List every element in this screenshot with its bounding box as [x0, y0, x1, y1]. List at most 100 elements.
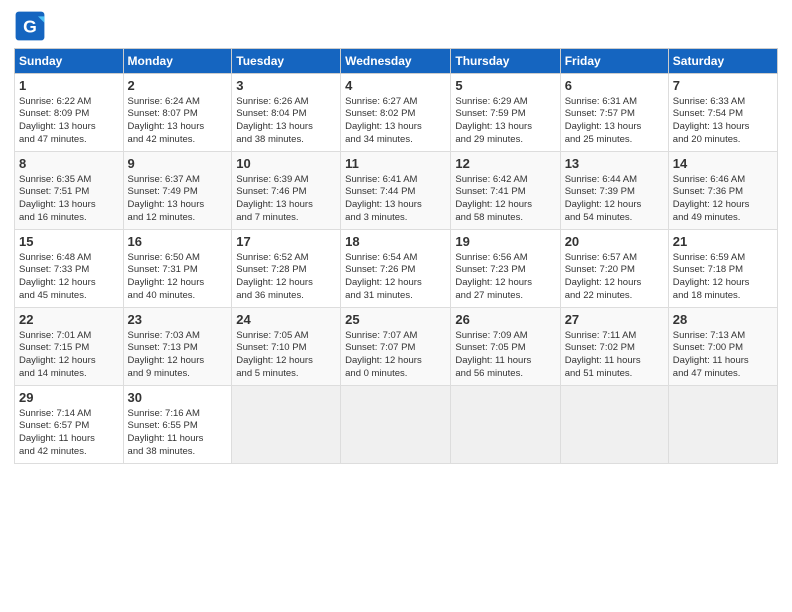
day-info: Sunrise: 6:57 AM Sunset: 7:20 PM Dayligh…: [565, 252, 642, 301]
day-info: Sunrise: 6:48 AM Sunset: 7:33 PM Dayligh…: [19, 252, 96, 301]
calendar-week-3: 15Sunrise: 6:48 AM Sunset: 7:33 PM Dayli…: [15, 230, 778, 308]
col-header-wednesday: Wednesday: [341, 49, 451, 74]
day-number: 11: [345, 155, 446, 173]
calendar-cell: 18Sunrise: 6:54 AM Sunset: 7:26 PM Dayli…: [341, 230, 451, 308]
day-number: 22: [19, 311, 119, 329]
calendar-cell: 14Sunrise: 6:46 AM Sunset: 7:36 PM Dayli…: [668, 152, 777, 230]
logo-icon: G: [14, 10, 46, 42]
day-number: 8: [19, 155, 119, 173]
calendar-header-row: SundayMondayTuesdayWednesdayThursdayFrid…: [15, 49, 778, 74]
day-info: Sunrise: 7:09 AM Sunset: 7:05 PM Dayligh…: [455, 330, 531, 379]
day-number: 24: [236, 311, 336, 329]
day-info: Sunrise: 6:50 AM Sunset: 7:31 PM Dayligh…: [128, 252, 205, 301]
calendar-cell: 28Sunrise: 7:13 AM Sunset: 7:00 PM Dayli…: [668, 308, 777, 386]
day-info: Sunrise: 6:29 AM Sunset: 7:59 PM Dayligh…: [455, 96, 532, 145]
calendar-cell: [232, 386, 341, 464]
calendar-cell: 10Sunrise: 6:39 AM Sunset: 7:46 PM Dayli…: [232, 152, 341, 230]
calendar-cell: 15Sunrise: 6:48 AM Sunset: 7:33 PM Dayli…: [15, 230, 124, 308]
day-info: Sunrise: 6:24 AM Sunset: 8:07 PM Dayligh…: [128, 96, 205, 145]
calendar-cell: 5Sunrise: 6:29 AM Sunset: 7:59 PM Daylig…: [451, 74, 560, 152]
day-info: Sunrise: 6:52 AM Sunset: 7:28 PM Dayligh…: [236, 252, 313, 301]
day-number: 20: [565, 233, 664, 251]
day-number: 27: [565, 311, 664, 329]
calendar-cell: 6Sunrise: 6:31 AM Sunset: 7:57 PM Daylig…: [560, 74, 668, 152]
day-number: 19: [455, 233, 555, 251]
day-number: 16: [128, 233, 228, 251]
day-number: 15: [19, 233, 119, 251]
day-number: 17: [236, 233, 336, 251]
calendar-week-4: 22Sunrise: 7:01 AM Sunset: 7:15 PM Dayli…: [15, 308, 778, 386]
calendar-cell: [560, 386, 668, 464]
calendar-cell: 23Sunrise: 7:03 AM Sunset: 7:13 PM Dayli…: [123, 308, 232, 386]
calendar-cell: [451, 386, 560, 464]
calendar-cell: 8Sunrise: 6:35 AM Sunset: 7:51 PM Daylig…: [15, 152, 124, 230]
calendar-table: SundayMondayTuesdayWednesdayThursdayFrid…: [14, 48, 778, 464]
day-info: Sunrise: 6:59 AM Sunset: 7:18 PM Dayligh…: [673, 252, 750, 301]
day-number: 10: [236, 155, 336, 173]
day-info: Sunrise: 7:07 AM Sunset: 7:07 PM Dayligh…: [345, 330, 422, 379]
calendar-week-2: 8Sunrise: 6:35 AM Sunset: 7:51 PM Daylig…: [15, 152, 778, 230]
day-number: 30: [128, 389, 228, 407]
day-info: Sunrise: 7:16 AM Sunset: 6:55 PM Dayligh…: [128, 408, 204, 457]
day-number: 28: [673, 311, 773, 329]
calendar-cell: 21Sunrise: 6:59 AM Sunset: 7:18 PM Dayli…: [668, 230, 777, 308]
calendar-week-1: 1Sunrise: 6:22 AM Sunset: 8:09 PM Daylig…: [15, 74, 778, 152]
col-header-monday: Monday: [123, 49, 232, 74]
day-info: Sunrise: 6:54 AM Sunset: 7:26 PM Dayligh…: [345, 252, 422, 301]
day-info: Sunrise: 7:11 AM Sunset: 7:02 PM Dayligh…: [565, 330, 641, 379]
calendar-cell: 17Sunrise: 6:52 AM Sunset: 7:28 PM Dayli…: [232, 230, 341, 308]
calendar-cell: 13Sunrise: 6:44 AM Sunset: 7:39 PM Dayli…: [560, 152, 668, 230]
day-number: 9: [128, 155, 228, 173]
calendar-cell: 30Sunrise: 7:16 AM Sunset: 6:55 PM Dayli…: [123, 386, 232, 464]
day-number: 3: [236, 77, 336, 95]
day-info: Sunrise: 6:46 AM Sunset: 7:36 PM Dayligh…: [673, 174, 750, 223]
calendar-cell: [668, 386, 777, 464]
col-header-tuesday: Tuesday: [232, 49, 341, 74]
day-info: Sunrise: 6:56 AM Sunset: 7:23 PM Dayligh…: [455, 252, 532, 301]
day-info: Sunrise: 7:03 AM Sunset: 7:13 PM Dayligh…: [128, 330, 205, 379]
day-info: Sunrise: 6:26 AM Sunset: 8:04 PM Dayligh…: [236, 96, 313, 145]
day-info: Sunrise: 7:13 AM Sunset: 7:00 PM Dayligh…: [673, 330, 749, 379]
day-number: 4: [345, 77, 446, 95]
day-number: 29: [19, 389, 119, 407]
header: G: [14, 10, 778, 42]
calendar-cell: 1Sunrise: 6:22 AM Sunset: 8:09 PM Daylig…: [15, 74, 124, 152]
day-info: Sunrise: 7:05 AM Sunset: 7:10 PM Dayligh…: [236, 330, 313, 379]
calendar-cell: 2Sunrise: 6:24 AM Sunset: 8:07 PM Daylig…: [123, 74, 232, 152]
day-info: Sunrise: 6:41 AM Sunset: 7:44 PM Dayligh…: [345, 174, 422, 223]
day-info: Sunrise: 6:31 AM Sunset: 7:57 PM Dayligh…: [565, 96, 642, 145]
day-info: Sunrise: 6:42 AM Sunset: 7:41 PM Dayligh…: [455, 174, 532, 223]
day-number: 26: [455, 311, 555, 329]
calendar-cell: 9Sunrise: 6:37 AM Sunset: 7:49 PM Daylig…: [123, 152, 232, 230]
calendar-cell: [341, 386, 451, 464]
calendar-cell: 29Sunrise: 7:14 AM Sunset: 6:57 PM Dayli…: [15, 386, 124, 464]
day-info: Sunrise: 6:39 AM Sunset: 7:46 PM Dayligh…: [236, 174, 313, 223]
col-header-saturday: Saturday: [668, 49, 777, 74]
calendar-week-5: 29Sunrise: 7:14 AM Sunset: 6:57 PM Dayli…: [15, 386, 778, 464]
calendar-cell: 3Sunrise: 6:26 AM Sunset: 8:04 PM Daylig…: [232, 74, 341, 152]
calendar-cell: 24Sunrise: 7:05 AM Sunset: 7:10 PM Dayli…: [232, 308, 341, 386]
day-info: Sunrise: 6:37 AM Sunset: 7:49 PM Dayligh…: [128, 174, 205, 223]
day-number: 23: [128, 311, 228, 329]
day-info: Sunrise: 6:33 AM Sunset: 7:54 PM Dayligh…: [673, 96, 750, 145]
calendar-cell: 11Sunrise: 6:41 AM Sunset: 7:44 PM Dayli…: [341, 152, 451, 230]
day-info: Sunrise: 6:35 AM Sunset: 7:51 PM Dayligh…: [19, 174, 96, 223]
day-number: 5: [455, 77, 555, 95]
day-number: 2: [128, 77, 228, 95]
day-info: Sunrise: 6:22 AM Sunset: 8:09 PM Dayligh…: [19, 96, 96, 145]
day-info: Sunrise: 6:44 AM Sunset: 7:39 PM Dayligh…: [565, 174, 642, 223]
calendar-cell: 26Sunrise: 7:09 AM Sunset: 7:05 PM Dayli…: [451, 308, 560, 386]
day-number: 14: [673, 155, 773, 173]
calendar-cell: 7Sunrise: 6:33 AM Sunset: 7:54 PM Daylig…: [668, 74, 777, 152]
day-number: 21: [673, 233, 773, 251]
day-number: 6: [565, 77, 664, 95]
calendar-cell: 20Sunrise: 6:57 AM Sunset: 7:20 PM Dayli…: [560, 230, 668, 308]
day-info: Sunrise: 6:27 AM Sunset: 8:02 PM Dayligh…: [345, 96, 422, 145]
day-number: 13: [565, 155, 664, 173]
day-number: 12: [455, 155, 555, 173]
logo: G: [14, 10, 50, 42]
calendar-cell: 4Sunrise: 6:27 AM Sunset: 8:02 PM Daylig…: [341, 74, 451, 152]
day-info: Sunrise: 7:01 AM Sunset: 7:15 PM Dayligh…: [19, 330, 96, 379]
day-number: 1: [19, 77, 119, 95]
calendar-cell: 12Sunrise: 6:42 AM Sunset: 7:41 PM Dayli…: [451, 152, 560, 230]
